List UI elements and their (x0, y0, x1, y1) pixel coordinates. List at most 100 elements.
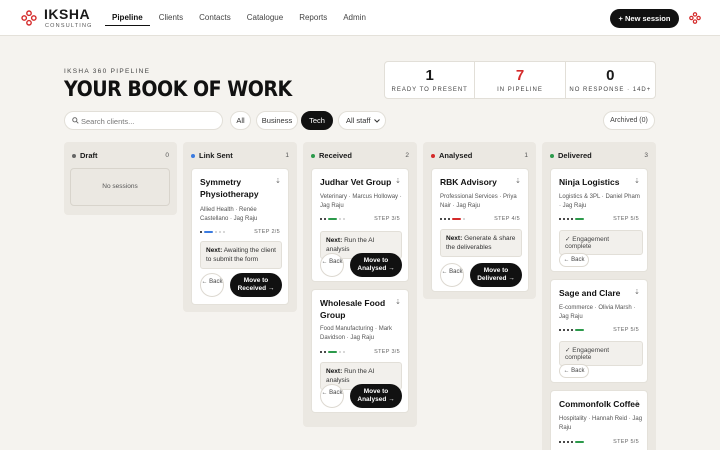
new-session-button[interactable]: + New session (610, 9, 679, 28)
logo-icon (21, 10, 37, 26)
download-icon[interactable]: ⇣ (515, 177, 521, 185)
nav-admin[interactable]: Admin (335, 0, 374, 36)
filter-chip-all[interactable]: All (230, 111, 251, 130)
nav-clients[interactable]: Clients (151, 0, 191, 36)
card-meta: Hospitality · Hannah Reid · Jag Raju (559, 416, 643, 431)
download-icon[interactable]: ⇣ (275, 177, 281, 185)
column-header: Draft (72, 151, 98, 160)
stats-panel: 1 READY TO PRESENT 7 IN PIPELINE 0 NO RE… (384, 61, 656, 99)
column-received: Received 2 Judhar Vet Group ⇣ Veterinary… (303, 142, 417, 427)
download-icon[interactable]: ⇣ (634, 288, 640, 296)
back-button[interactable]: ← Back (440, 263, 464, 287)
stat-pipeline: 7 IN PIPELINE (475, 62, 566, 98)
stat-label: NO RESPONSE · 14D+ (569, 87, 652, 93)
top-bar: IKSHA CONSULTING Pipeline Clients Contac… (0, 0, 720, 36)
next-label: Next: (326, 368, 343, 375)
stat-ready: 1 READY TO PRESENT (385, 62, 476, 98)
status-dot (311, 153, 315, 158)
session-card[interactable]: Commonfolk Coffee ⇣ Hospitality · Hannah… (550, 390, 648, 450)
download-icon[interactable]: ⇣ (634, 399, 640, 407)
progress-bar (559, 441, 586, 443)
next-label: Next: (446, 235, 463, 242)
move-button[interactable]: Move to Analysed → (350, 253, 402, 277)
search-icon (72, 117, 79, 124)
column-count: 2 (405, 152, 409, 159)
column-count: 1 (524, 152, 528, 159)
session-card[interactable]: RBK Advisory ⇣ Professional Services · P… (431, 168, 529, 292)
nav-catalogue[interactable]: Catalogue (239, 0, 291, 36)
back-button[interactable]: ← Back (559, 253, 589, 267)
back-button[interactable]: ← Back (320, 253, 344, 277)
column-count: 3 (644, 152, 648, 159)
stat-value: 0 (606, 67, 615, 84)
step-label: STEP 3/5 (374, 349, 400, 355)
download-icon[interactable]: ⇣ (634, 177, 640, 185)
download-icon[interactable]: ⇣ (395, 177, 401, 185)
column-header: Delivered (550, 151, 592, 160)
nav-reports[interactable]: Reports (291, 0, 335, 36)
column-title: Received (319, 151, 352, 160)
card-meta: Logistics & 3PL · Daniel Pham · Jag Raju (559, 194, 640, 209)
card-meta: Veterinary · Marcus Holloway · Jag Raju (320, 194, 402, 209)
step-label: STEP 4/5 (494, 216, 520, 222)
status-dot (431, 153, 435, 158)
search-input[interactable] (81, 114, 219, 128)
brand-subtitle: CONSULTING (45, 23, 93, 29)
next-step-box: Next: Generate & share the deliverables (440, 229, 522, 257)
stat-value: 1 (425, 67, 434, 84)
progress-bar (320, 351, 347, 353)
move-button[interactable]: Move to Delivered → (470, 263, 522, 287)
column-title: Analysed (439, 151, 473, 160)
card-title: Ninja Logistics (559, 177, 620, 187)
step-label: STEP 2/5 (254, 229, 280, 235)
column-analysed: Analysed 1 RBK Advisory ⇣ Professional S… (423, 142, 536, 299)
move-button[interactable]: Move to Analysed → (350, 384, 402, 408)
step-label: STEP 5/5 (613, 327, 639, 333)
card-meta: Food Manufacturing · Mark Davidson · Jag… (320, 326, 393, 341)
column-count: 1 (285, 152, 289, 159)
main-nav: Pipeline Clients Contacts Catalogue Repo… (104, 0, 374, 36)
search-box (64, 111, 223, 130)
move-button[interactable]: Move to Received → (230, 273, 282, 297)
next-label: Next: (326, 237, 343, 244)
card-meta: Professional Services · Priya Nair · Jag… (440, 194, 517, 209)
back-button[interactable]: ← Back (559, 364, 589, 378)
stat-label: IN PIPELINE (497, 87, 543, 93)
brand-name: IKSHA (44, 6, 91, 22)
step-label: STEP 5/5 (613, 216, 639, 222)
column-title: Delivered (558, 151, 592, 160)
progress-bar (200, 231, 227, 233)
column-header: Link Sent (191, 151, 233, 160)
column-header: Analysed (431, 151, 472, 160)
staff-select[interactable]: All staff (338, 111, 386, 130)
stat-value: 7 (515, 67, 525, 84)
column-count: 0 (165, 152, 169, 159)
nav-contacts[interactable]: Contacts (191, 0, 239, 36)
chevron-down-icon (374, 119, 380, 123)
archived-button[interactable]: Archived (0) (603, 111, 655, 130)
progress-bar (320, 218, 347, 220)
progress-bar (559, 218, 586, 220)
session-card[interactable]: Symmetry Physiotherapy ⇣ Allied Health ·… (191, 168, 289, 305)
empty-state: No sessions (70, 168, 170, 206)
back-button[interactable]: ← Back (200, 273, 224, 297)
filter-chip-tech[interactable]: Tech (301, 111, 333, 130)
card-title: Sage and Clare (559, 288, 621, 298)
session-card[interactable]: Sage and Clare ⇣ E-commerce · Olivia Mar… (550, 279, 648, 383)
next-step-box: Next: Awaiting the client to submit the … (200, 241, 282, 269)
card-title: Commonfolk Coffee (559, 399, 640, 409)
session-card[interactable]: Judhar Vet Group ⇣ Veterinary · Marcus H… (311, 168, 409, 282)
filter-chip-business[interactable]: Business (256, 111, 298, 130)
card-title: RBK Advisory (440, 177, 497, 187)
back-button[interactable]: ← Back (320, 384, 344, 408)
nav-pipeline[interactable]: Pipeline (104, 0, 151, 36)
session-card[interactable]: Ninja Logistics ⇣ Logistics & 3PL · Dani… (550, 168, 648, 272)
session-card[interactable]: Wholesale Food Group ⇣ Food Manufacturin… (311, 289, 409, 413)
status-dot (550, 153, 554, 158)
download-icon[interactable]: ⇣ (395, 298, 401, 306)
column-delivered: Delivered 3 Ninja Logistics ⇣ Logistics … (542, 142, 656, 450)
column-title: Link Sent (199, 151, 233, 160)
menu-logo-icon[interactable] (689, 12, 701, 24)
card-title: Symmetry Physiotherapy (200, 177, 259, 199)
column-title: Draft (80, 151, 98, 160)
